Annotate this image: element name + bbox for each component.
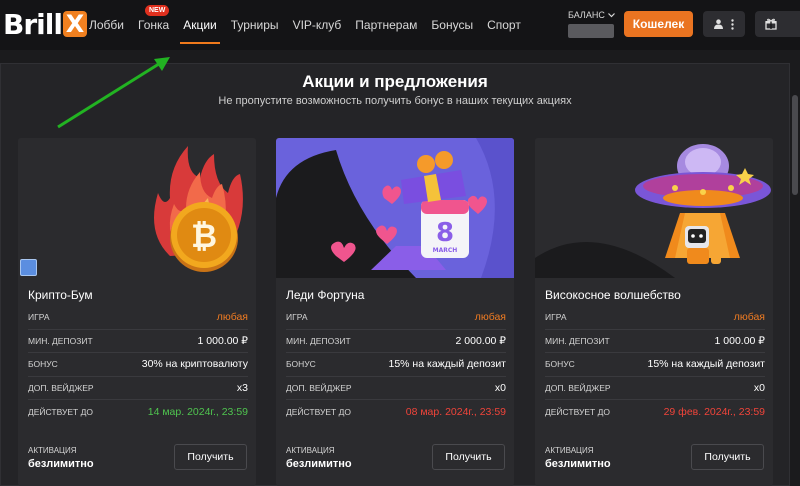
promo-title: Високосное волшебство: [545, 288, 681, 302]
user-icon: [714, 19, 723, 29]
activation-info: АКТИВАЦИЯ безлимитно: [545, 446, 611, 470]
bonus-value: 15% на каждый депозит: [388, 358, 507, 371]
detail-row-valid-until: ДЕЙСТВУЕТ ДО 14 мар. 2024г., 23:59: [28, 405, 248, 418]
game-value: любая: [216, 311, 248, 324]
activation-label: АКТИВАЦИЯ: [286, 446, 335, 455]
activation-label: АКТИВАЦИЯ: [545, 446, 594, 455]
get-bonus-button[interactable]: Получить: [432, 444, 505, 470]
detail-row-bonus: БОНУС 15% на каждый депозит: [286, 353, 506, 377]
valid-until-value: 08 мар. 2024г., 23:59: [405, 405, 506, 418]
bonus-value: 15% на каждый депозит: [647, 358, 766, 371]
main-nav: Лобби NEW Гонка Акции Турниры VIP-клуб П…: [82, 5, 528, 44]
get-bonus-button[interactable]: Получить: [691, 444, 764, 470]
nav-item-sport[interactable]: Спорт: [480, 10, 528, 40]
balance-value-blurred: [568, 24, 614, 38]
promo-title: Леди Фортуна: [286, 288, 365, 302]
march-text: MARCH: [433, 247, 458, 254]
detail-row-bonus: БОНУС 15% на каждый депозит: [545, 353, 765, 377]
balance-dropdown[interactable]: БАЛАНС: [568, 10, 616, 38]
promo-image: [535, 138, 773, 278]
more-vertical-icon: [731, 18, 734, 30]
nav-item-tournaments[interactable]: Турниры: [224, 10, 286, 40]
activation-info: АКТИВАЦИЯ безлимитно: [286, 446, 352, 470]
game-value: любая: [733, 311, 765, 324]
promo-card-leap-magic: Високосное волшебство ИГРА любая МИН. ДЕП…: [535, 138, 773, 486]
detail-row-min-deposit: МИН. ДЕПОЗИТ 2 000.00 ₽: [286, 330, 506, 353]
annotation-arrow-icon: [57, 57, 170, 129]
activation-label: АКТИВАЦИЯ: [28, 446, 77, 455]
nav-item-promotions[interactable]: Акции: [176, 10, 224, 44]
detail-row-min-deposit: МИН. ДЕПОЗИТ 1 000.00 ₽: [545, 330, 765, 353]
chevron-down-icon: [607, 12, 615, 17]
nav-item-race[interactable]: NEW Гонка: [131, 5, 176, 40]
detail-row-game: ИГРА любая: [286, 306, 506, 330]
min-deposit-value: 1 000.00 ₽: [197, 334, 248, 347]
gift-icon: [765, 18, 777, 30]
nav-item-partners[interactable]: Партнерам: [348, 10, 424, 40]
promo-card-crypto-boom: ₿ Крипто-Бум ИГРА любая МИН. ДЕПОЗИТ 1 000…: [18, 138, 256, 486]
gift-button[interactable]: [755, 11, 800, 37]
bonus-value: 30% на криптовалюту: [141, 358, 248, 371]
detail-row-wager: ДОП. ВЕЙДЖЕР x0: [545, 377, 765, 400]
detail-row-min-deposit: МИН. ДЕПОЗИТ 1 000.00 ₽: [28, 330, 248, 353]
ufo-robot-icon: [535, 138, 773, 278]
activation-info: АКТИВАЦИЯ безлимитно: [28, 446, 94, 470]
detail-row-game: ИГРА любая: [545, 306, 765, 330]
valid-until-value: 14 мар. 2024г., 23:59: [147, 405, 248, 418]
promo-details: ИГРА любая МИН. ДЕПОЗИТ 1 000.00 ₽ БОНУС 30…: [28, 306, 248, 424]
game-value: любая: [474, 311, 506, 324]
valid-until-value: 29 фев. 2024г., 23:59: [663, 405, 765, 418]
activation-value: безлимитно: [545, 458, 611, 470]
promo-details: ИГРА любая МИН. ДЕПОЗИТ 2 000.00 ₽ БОНУС 15…: [286, 306, 506, 424]
detail-row-wager: ДОП. ВЕЙДЖЕР x3: [28, 377, 248, 400]
detail-row-game: ИГРА любая: [28, 306, 248, 330]
wallet-button[interactable]: Кошелек: [624, 11, 693, 37]
promo-details: ИГРА любая МИН. ДЕПОЗИТ 1 000.00 ₽ БОНУС 15…: [545, 306, 765, 424]
wager-value: x0: [494, 381, 506, 394]
scrollbar-thumb[interactable]: [792, 95, 798, 195]
brand-logo[interactable]: Brill X: [3, 7, 87, 41]
nav-item-bonuses[interactable]: Бонусы: [424, 10, 480, 40]
nav-item-lobby[interactable]: Лобби: [82, 10, 131, 40]
promo-title: Крипто-Бум: [28, 288, 93, 302]
activation-value: безлимитно: [286, 458, 352, 470]
promo-image: ₿: [18, 138, 256, 278]
get-bonus-button[interactable]: Получить: [174, 444, 247, 470]
activation-value: безлимитно: [28, 458, 94, 470]
min-deposit-value: 2 000.00 ₽: [455, 334, 506, 347]
march-8-gift-icon: 8 MARCH: [276, 138, 514, 278]
promo-image: 8 MARCH: [276, 138, 514, 278]
image-placeholder-icon: [20, 259, 37, 276]
logo-text: Brill: [3, 7, 63, 41]
nav-item-vip-club[interactable]: VIP-клуб: [286, 10, 349, 40]
balance-label: БАЛАНС: [568, 10, 605, 20]
bitcoin-fire-icon: ₿: [18, 138, 256, 278]
detail-row-wager: ДОП. ВЕЙДЖЕР x0: [286, 377, 506, 400]
user-menu-button[interactable]: [703, 11, 745, 37]
min-deposit-value: 1 000.00 ₽: [714, 334, 765, 347]
detail-row-bonus: БОНУС 30% на криптовалюту: [28, 353, 248, 377]
wager-value: x0: [753, 381, 765, 394]
top-bar: Brill X Лобби NEW Гонка Акции Турниры VI…: [0, 0, 800, 50]
svg-text:8: 8: [436, 218, 454, 248]
new-badge: NEW: [145, 5, 170, 16]
wager-value: x3: [236, 381, 248, 394]
detail-row-valid-until: ДЕЙСТВУЕТ ДО 29 фев. 2024г., 23:59: [545, 405, 765, 418]
svg-text:₿: ₿: [191, 217, 217, 255]
promo-card-lady-fortune: 8 MARCH Леди Фортуна ИГРА любая МИН. ДЕПО…: [276, 138, 514, 486]
detail-row-valid-until: ДЕЙСТВУЕТ ДО 08 мар. 2024г., 23:59: [286, 405, 506, 418]
